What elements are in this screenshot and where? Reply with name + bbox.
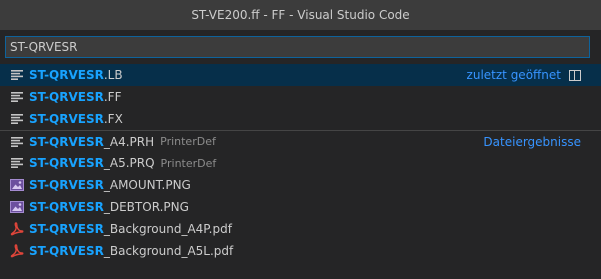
list-item[interactable]: ST-QRVESR_A4.PRH PrinterDef Dateiergebni… xyxy=(0,130,601,152)
search-input-box[interactable] xyxy=(5,36,590,58)
item-match: ST-QRVESR xyxy=(29,156,104,170)
item-name: ST-QRVESR.LB xyxy=(29,68,123,82)
open-to-side-icon[interactable] xyxy=(569,69,581,81)
file-results-label: Dateiergebnisse xyxy=(483,135,581,149)
image-icon xyxy=(9,177,25,193)
list-item[interactable]: ST-QRVESR_DEBTOR.PNG xyxy=(0,196,601,218)
item-match: ST-QRVESR xyxy=(29,244,104,258)
list-item[interactable]: ST-QRVESR_A5.PRQ PrinterDef xyxy=(0,152,601,174)
results-list: ST-QRVESR.LB zuletzt geöffnet ST-QRVESR.… xyxy=(0,64,601,262)
pdf-icon xyxy=(9,243,25,259)
item-match: ST-QRVESR xyxy=(29,112,104,126)
list-item[interactable]: ST-QRVESR.FX xyxy=(0,108,601,130)
pdf-icon xyxy=(9,221,25,237)
search-input[interactable] xyxy=(6,37,589,57)
item-suffix: _A4.PRH xyxy=(103,134,155,149)
item-name: ST-QRVESR_Background_A4P.pdf xyxy=(29,222,232,236)
list-item[interactable]: ST-QRVESR.FF xyxy=(0,86,601,108)
lines-icon xyxy=(9,155,25,171)
item-match: ST-QRVESR xyxy=(29,200,104,214)
item-suffix: .LB xyxy=(103,68,123,82)
recently-opened-label: zuletzt geöffnet xyxy=(466,68,561,82)
quick-open-picker: ST-QRVESR.LB zuletzt geöffnet ST-QRVESR.… xyxy=(0,30,601,279)
item-match: ST-QRVESR xyxy=(29,178,104,192)
item-description: PrinterDef xyxy=(160,156,217,170)
item-name: ST-QRVESR_A5.PRQ xyxy=(29,156,155,170)
image-icon xyxy=(9,199,25,215)
list-item[interactable]: ST-QRVESR_AMOUNT.PNG xyxy=(0,174,601,196)
lines-icon xyxy=(9,134,25,150)
item-suffix: .FF xyxy=(103,90,122,104)
item-name: ST-QRVESR_A4.PRH xyxy=(29,135,154,149)
window-titlebar: ST-VE200.ff - FF - Visual Studio Code xyxy=(0,0,601,30)
window-title: ST-VE200.ff - FF - Visual Studio Code xyxy=(191,8,410,22)
item-description: PrinterDef xyxy=(160,135,216,148)
item-match: ST-QRVESR xyxy=(29,222,104,236)
item-match: ST-QRVESR xyxy=(29,134,104,149)
lines-icon xyxy=(9,111,25,127)
item-suffix: _Background_A5L.pdf xyxy=(103,244,234,258)
item-name: ST-QRVESR_AMOUNT.PNG xyxy=(29,178,191,192)
item-name: ST-QRVESR_DEBTOR.PNG xyxy=(29,200,189,214)
list-item[interactable]: ST-QRVESR_Background_A5L.pdf xyxy=(0,240,601,262)
item-suffix: _Background_A4P.pdf xyxy=(103,222,232,236)
item-suffix: _A5.PRQ xyxy=(103,156,155,170)
recent-label-group: zuletzt geöffnet xyxy=(467,64,581,86)
lines-icon xyxy=(9,67,25,83)
list-item[interactable]: ST-QRVESR.LB zuletzt geöffnet xyxy=(0,64,601,86)
item-suffix: .FX xyxy=(103,112,123,126)
item-match: ST-QRVESR xyxy=(29,90,104,104)
item-name: ST-QRVESR_Background_A5L.pdf xyxy=(29,244,233,258)
file-results-group: Dateiergebnisse xyxy=(483,131,581,153)
item-suffix: _AMOUNT.PNG xyxy=(103,178,191,192)
item-name: ST-QRVESR.FX xyxy=(29,112,123,126)
list-item[interactable]: ST-QRVESR_Background_A4P.pdf xyxy=(0,218,601,240)
lines-icon xyxy=(9,89,25,105)
item-name: ST-QRVESR.FF xyxy=(29,90,121,104)
item-suffix: _DEBTOR.PNG xyxy=(103,200,189,214)
item-match: ST-QRVESR xyxy=(29,68,104,82)
